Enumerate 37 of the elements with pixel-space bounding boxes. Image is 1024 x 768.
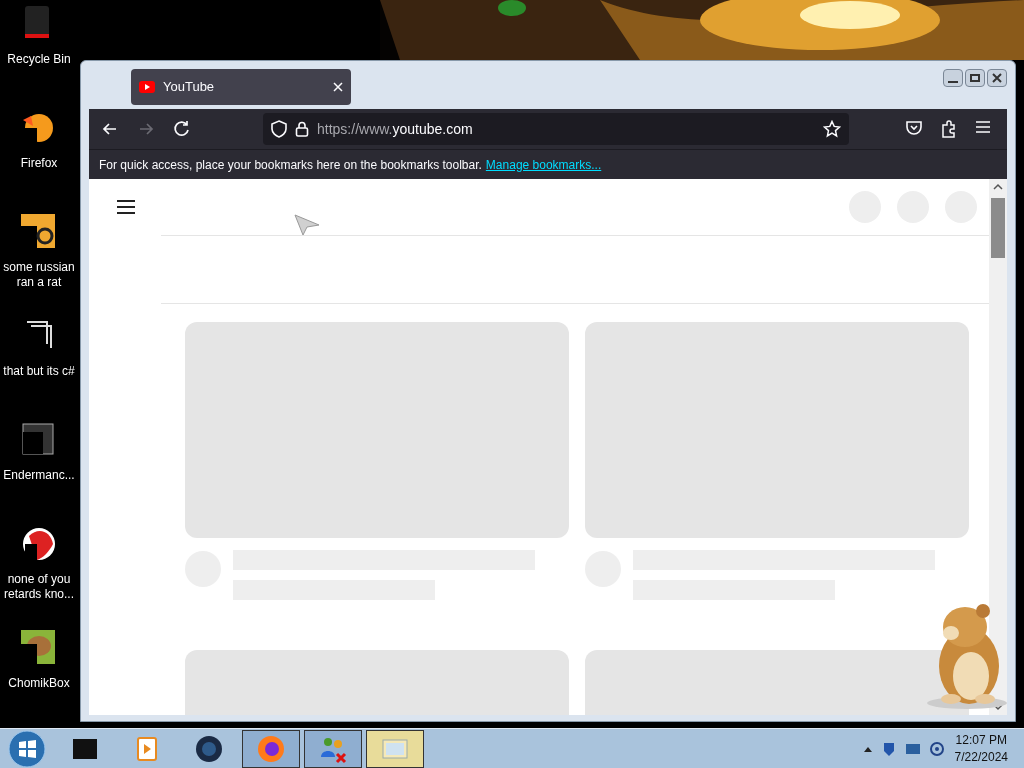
tab-title: YouTube <box>163 78 216 97</box>
play-logo-icon <box>139 81 155 93</box>
close-button[interactable] <box>987 69 1007 87</box>
desktop-icon-label[interactable]: that but its c# <box>0 364 78 379</box>
desktop-icon-label[interactable]: some russian ran a rat <box>0 260 78 290</box>
desktop-icon-label[interactable]: Firefox <box>0 156 78 171</box>
reload-button[interactable] <box>173 120 191 138</box>
clock-time[interactable]: 12:07 PM <box>955 731 1007 749</box>
taskbar-button[interactable] <box>242 729 300 768</box>
monitor-icon[interactable] <box>904 741 921 756</box>
maximize-button[interactable] <box>965 69 985 87</box>
puzzle-icon[interactable] <box>941 120 957 138</box>
address-bar[interactable]: https://www.youtube.com <box>263 113 849 145</box>
clock-date[interactable]: 7/22/2024 <box>954 748 1008 766</box>
browser-tab[interactable]: YouTube <box>131 69 351 105</box>
taskbar-button[interactable] <box>366 729 424 768</box>
close-icon <box>992 73 1002 83</box>
pocket-icon[interactable] <box>905 120 923 136</box>
manage-bookmarks-link[interactable]: Manage bookmarks... <box>485 155 602 174</box>
taskbar-button[interactable] <box>304 729 362 768</box>
bookmarks-hint: For quick access, place your bookmarks here on the bookmarks toolbar. <box>99 156 482 174</box>
minimize-button[interactable] <box>943 69 963 87</box>
start-button[interactable] <box>8 729 46 768</box>
star-icon[interactable] <box>823 120 841 138</box>
desktop-icon-label[interactable]: Recycle Bin <box>0 52 78 67</box>
desktop-icon-label[interactable]: none of you retards kno... <box>0 572 78 602</box>
shield-icon <box>271 120 287 138</box>
cursor-icon <box>294 214 320 236</box>
close-icon[interactable] <box>333 82 343 92</box>
speaker-icon[interactable] <box>928 740 945 757</box>
scroll-up-icon[interactable] <box>993 182 1003 192</box>
desktop-icon-label[interactable]: Endermanc... <box>0 468 78 483</box>
desktop-icon-label[interactable]: ChomikBox <box>0 676 78 691</box>
menu-icon[interactable] <box>117 200 135 214</box>
scrollbar-thumb[interactable] <box>991 198 1005 258</box>
lock-icon <box>295 121 309 137</box>
url-text: https://www.youtube.com <box>317 119 474 139</box>
